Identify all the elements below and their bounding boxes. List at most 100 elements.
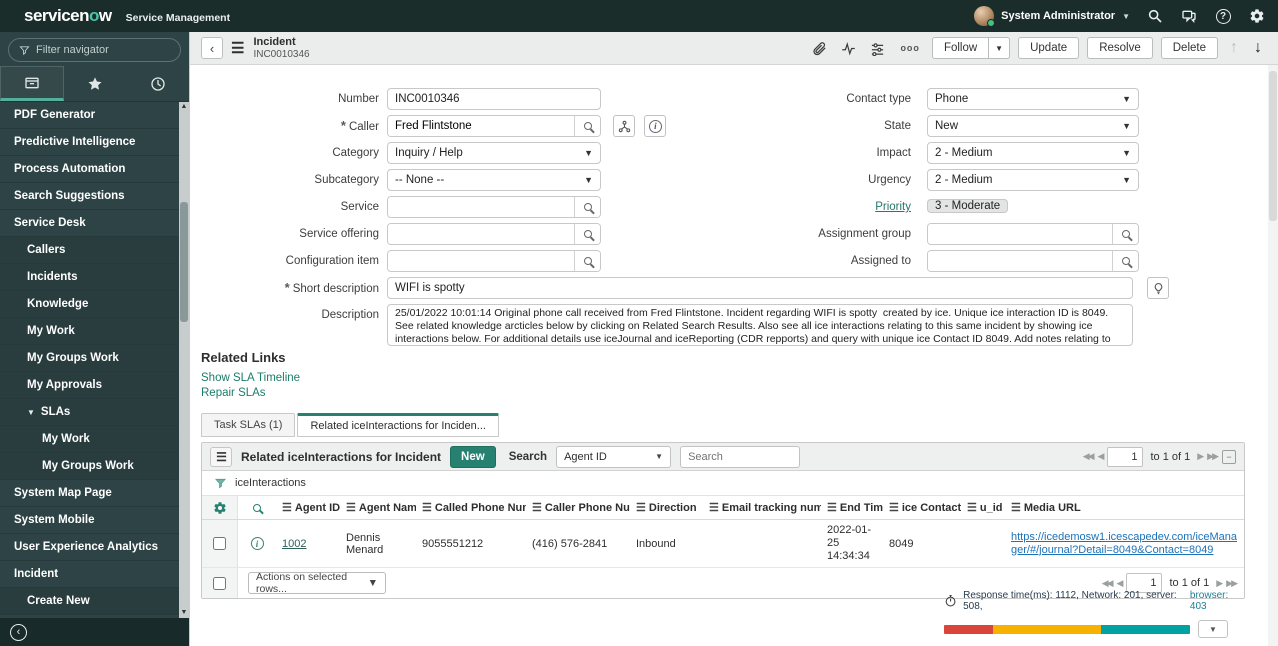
- configuration-item-lookup-button[interactable]: [574, 251, 600, 271]
- sidebar-item-pdf-generator[interactable]: PDF Generator: [0, 102, 179, 129]
- browser-time-link[interactable]: browser: 403: [1190, 590, 1244, 612]
- sidebar-item-slas-my-work[interactable]: My Work: [0, 426, 179, 453]
- breadcrumb[interactable]: iceInteractions: [235, 477, 306, 489]
- minimize-list-icon[interactable]: −: [1222, 449, 1236, 464]
- suggestion-lightbulb-button[interactable]: [1147, 277, 1169, 299]
- sidebar-item-create-new[interactable]: Create New: [0, 588, 179, 615]
- tab-favorites[interactable]: [64, 66, 126, 101]
- column-header-direction[interactable]: ☰ Direction: [630, 496, 703, 519]
- sidebar-item-callers[interactable]: Callers: [0, 237, 179, 264]
- tab-task-slas[interactable]: Task SLAs (1): [201, 413, 296, 437]
- sidebar-item-process-automation[interactable]: Process Automation: [0, 156, 179, 183]
- select-all-checkbox[interactable]: [213, 576, 226, 590]
- sidebar-item-user-experience-analytics[interactable]: User Experience Analytics: [0, 534, 179, 561]
- column-settings-gear-icon[interactable]: [202, 496, 238, 519]
- sidebar-item-predictive-intelligence[interactable]: Predictive Intelligence: [0, 129, 179, 156]
- configuration-item-input[interactable]: [388, 251, 574, 271]
- personalize-form-sliders-icon[interactable]: [867, 41, 888, 56]
- help-icon[interactable]: ?: [1214, 7, 1232, 25]
- sidebar-item-my-groups-work[interactable]: My Groups Work: [0, 345, 179, 372]
- previous-page-icon[interactable]: ◀: [1117, 578, 1124, 589]
- form-context-menu-icon[interactable]: ☰: [231, 39, 244, 57]
- assigned-to-lookup-button[interactable]: [1112, 251, 1138, 271]
- scroll-to-bottom-icon[interactable]: ↓: [1250, 39, 1266, 57]
- service-input[interactable]: [388, 197, 574, 217]
- column-header-caller-phone[interactable]: ☰Caller Phone Number: [526, 496, 630, 519]
- subcategory-select[interactable]: -- None -- ▼: [387, 169, 601, 191]
- column-header-ice-contact-id[interactable]: ☰ice Contact ID: [883, 496, 961, 519]
- sidebar-item-slas-my-groups-work[interactable]: My Groups Work: [0, 453, 179, 480]
- sidebar-scrollbar-thumb[interactable]: [180, 202, 188, 322]
- collapse-sidebar-icon[interactable]: ‹: [10, 623, 27, 641]
- list-search-input[interactable]: [680, 445, 801, 468]
- number-field[interactable]: [387, 88, 601, 110]
- user-menu[interactable]: System Administrator ▼: [974, 6, 1130, 27]
- tab-related-iceinteractions[interactable]: Related iceInteractions for Inciden...: [297, 413, 499, 437]
- service-offering-input[interactable]: [388, 224, 574, 244]
- follow-button[interactable]: Follow: [931, 37, 990, 59]
- sidebar-item-system-mobile[interactable]: System Mobile: [0, 507, 179, 534]
- service-lookup-button[interactable]: [574, 197, 600, 217]
- scroll-down-icon[interactable]: ▼: [179, 608, 189, 618]
- follow-dropdown-icon[interactable]: ▼: [989, 37, 1011, 59]
- short-description-input[interactable]: [387, 277, 1133, 299]
- filter-navigator[interactable]: [8, 38, 181, 62]
- next-page-icon[interactable]: ▶: [1197, 451, 1204, 462]
- activity-stream-icon[interactable]: [838, 41, 859, 56]
- assignment-group-lookup-button[interactable]: [1112, 224, 1138, 244]
- global-search-icon[interactable]: [1146, 7, 1164, 25]
- media-url-link[interactable]: https://icedemosw1.icescapedev.com/iceMa…: [1011, 531, 1238, 557]
- caller-input[interactable]: [388, 116, 574, 136]
- column-header-agent-id[interactable]: ☰ Agent ID: [276, 496, 340, 519]
- contact-type-select[interactable]: Phone ▼: [927, 88, 1139, 110]
- show-org-chart-button[interactable]: [613, 115, 635, 137]
- tab-all-applications[interactable]: [0, 66, 65, 101]
- row-preview-button[interactable]: i: [238, 520, 276, 567]
- actions-on-selected-rows-select[interactable]: Actions on selected rows... ▼: [248, 571, 386, 595]
- new-record-button[interactable]: New: [450, 445, 496, 468]
- category-select[interactable]: Inquiry / Help ▼: [387, 142, 601, 164]
- assigned-to-input[interactable]: [928, 251, 1112, 271]
- column-header-called-phone[interactable]: ☰Called Phone Number: [416, 496, 526, 519]
- service-offering-lookup-button[interactable]: [574, 224, 600, 244]
- previous-page-icon[interactable]: ◀: [1098, 451, 1105, 462]
- first-page-icon[interactable]: ◀◀: [1083, 451, 1095, 462]
- more-options-icon[interactable]: ooo: [896, 43, 924, 53]
- assignment-group-input[interactable]: [928, 224, 1112, 244]
- caller-preview-button[interactable]: i: [644, 115, 667, 137]
- column-header-media-url[interactable]: ☰ Media URL: [1005, 496, 1244, 519]
- filter-navigator-input[interactable]: [36, 44, 156, 56]
- scroll-up-icon[interactable]: ▲: [179, 102, 189, 112]
- next-page-icon[interactable]: ▶: [1216, 578, 1223, 589]
- sidebar-item-incident[interactable]: Incident: [0, 561, 179, 588]
- tab-history[interactable]: [127, 66, 189, 101]
- urgency-select[interactable]: 2 - Medium ▼: [927, 169, 1139, 191]
- sidebar-item-knowledge[interactable]: Knowledge: [0, 291, 179, 318]
- column-header-email-tracking[interactable]: ☰Email tracking number: [703, 496, 821, 519]
- column-header-agent-name[interactable]: ☰Agent Name: [340, 496, 416, 519]
- column-header-end-time[interactable]: ☰End Time: [821, 496, 883, 519]
- caller-lookup-button[interactable]: [574, 116, 600, 136]
- update-button[interactable]: Update: [1018, 37, 1080, 59]
- connect-chat-icon[interactable]: [1180, 7, 1198, 25]
- sidebar-item-my-approvals[interactable]: My Approvals: [0, 372, 179, 399]
- content-scrollbar-thumb[interactable]: [1269, 71, 1277, 221]
- impact-select[interactable]: 2 - Medium ▼: [927, 142, 1139, 164]
- show-sla-timeline-link[interactable]: Show SLA Timeline: [201, 371, 300, 386]
- row-checkbox[interactable]: [213, 537, 226, 550]
- filter-funnel-icon[interactable]: [214, 477, 227, 490]
- content-scrollbar[interactable]: [1268, 65, 1278, 646]
- description-textarea[interactable]: 25/01/2022 10:01:14 Original phone call …: [387, 304, 1133, 346]
- back-button[interactable]: ‹: [201, 37, 223, 59]
- sidebar-item-slas[interactable]: ▼ SLAs: [0, 399, 179, 426]
- delete-button[interactable]: Delete: [1160, 37, 1218, 59]
- state-select[interactable]: New ▼: [927, 115, 1139, 137]
- sidebar-item-search-suggestions[interactable]: Search Suggestions: [0, 183, 179, 210]
- settings-gear-icon[interactable]: [1248, 7, 1266, 25]
- collapse-stats-icon[interactable]: ▼: [1198, 620, 1228, 638]
- last-page-icon[interactable]: ▶▶: [1207, 451, 1219, 462]
- last-page-icon[interactable]: ▶▶: [1226, 578, 1238, 589]
- first-page-icon[interactable]: ◀◀: [1102, 578, 1114, 589]
- resolve-button[interactable]: Resolve: [1087, 37, 1153, 59]
- sidebar-item-system-map-page[interactable]: System Map Page: [0, 480, 179, 507]
